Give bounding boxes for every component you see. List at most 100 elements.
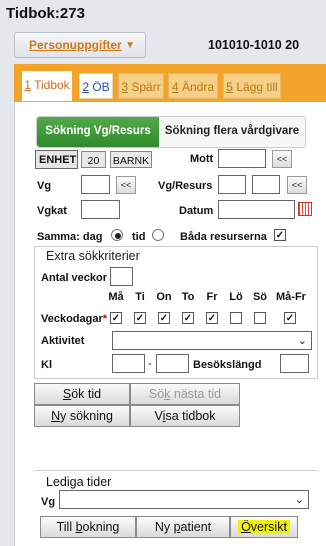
tab-label: Spärr (131, 80, 161, 94)
tab-number: 4 (171, 80, 179, 94)
vgresurs-label: Vg/Resurs (158, 180, 213, 192)
button-label: atient (180, 520, 212, 534)
button-label: Till (56, 520, 76, 534)
weekday-header: Må (108, 291, 124, 303)
bada-resurserna-label: Båda resurserna (180, 231, 267, 243)
weekday-checkbox[interactable]: ✓ (158, 312, 170, 324)
weekday-checkbox[interactable]: ✓ (206, 312, 218, 324)
tab-label: Lägg till (236, 80, 278, 94)
button-label: V (154, 409, 163, 423)
weekday-header: On (156, 291, 172, 303)
weekday-checkbox[interactable]: ✓ (182, 312, 194, 324)
tab-number: 2 (82, 80, 89, 94)
datum-input[interactable] (218, 200, 295, 219)
calendar-icon[interactable] (298, 202, 312, 216)
tab-number: 5 (226, 80, 233, 94)
vg-label: Vg (37, 180, 52, 192)
besokslangd-input[interactable] (280, 354, 309, 373)
search-mode-flera-vardgivare[interactable]: Sökning flera vårdgivare (159, 117, 305, 147)
weekday-checkbox[interactable]: ✓ (134, 312, 146, 324)
samma-dag-label: Samma: dag (37, 231, 103, 243)
mott-input[interactable] (218, 149, 266, 168)
enhet-name-field: BARNK (110, 151, 152, 168)
vg-lookup-button[interactable]: << (116, 176, 136, 194)
datum-label: Datum (179, 205, 214, 217)
veckodagar-label: Veckodagar* (41, 313, 107, 325)
weekday-checkbox[interactable]: ✓ (284, 312, 296, 324)
vg-input[interactable] (81, 175, 110, 194)
person-menu-label: Personuppgifter (29, 38, 122, 52)
antal-veckor-label: Antal veckor (41, 272, 108, 284)
person-menu-button[interactable]: Personuppgifter ▼ (14, 32, 146, 58)
vgkat-input[interactable] (81, 200, 120, 219)
button-mnemonic: b (75, 520, 83, 534)
tab-number: 3 (121, 80, 128, 94)
button-label: sa tidbok (165, 409, 216, 423)
tab-andra[interactable]: 4 Ändra (168, 73, 218, 99)
button-label: nästa tid (170, 387, 222, 401)
vgresurs-input-1[interactable] (218, 175, 246, 194)
weekday-checkbox[interactable] (254, 312, 266, 324)
veckodagar-text: Veckodagar (41, 313, 103, 325)
enhet-label: ENHET (35, 150, 78, 169)
tab-label: ÖB (92, 80, 110, 94)
kl-label: Kl (41, 359, 52, 371)
button-label: y sökning (60, 409, 113, 423)
button-mnemonic: S (62, 387, 72, 401)
button-label: Ny (154, 520, 174, 534)
ny-patient-button[interactable]: Ny patient (136, 516, 230, 538)
visa-tidbok-button[interactable]: Visa tidbok (130, 405, 240, 427)
button-label: versikt (250, 520, 287, 534)
kl-to-input[interactable] (156, 354, 189, 373)
tab-sparr[interactable]: 3 Spärr (118, 73, 164, 99)
kl-from-input[interactable] (112, 354, 145, 373)
weekday-header: Sö (252, 291, 268, 303)
button-mnemonic: Ö (241, 520, 251, 534)
weekday-header: Fr (206, 291, 218, 303)
mott-lookup-button[interactable]: << (272, 150, 292, 168)
vgresurs-input-2[interactable] (252, 175, 280, 194)
till-bokning-button[interactable]: Till bokning (40, 516, 136, 538)
sok-nasta-tid-button[interactable]: Sök nästa tid (130, 383, 240, 405)
besokslangd-label: Besökslängd (193, 359, 262, 371)
weekday-header: Lö (229, 291, 243, 303)
sok-tid-button[interactable]: Sök tid (34, 383, 130, 405)
required-marker: * (102, 313, 108, 325)
weekday-checkbox[interactable] (230, 312, 242, 324)
vgkat-label: Vgkat (37, 205, 67, 217)
search-mode-vg-resurs[interactable]: Sökning Vg/Resurs (37, 117, 159, 147)
chevron-down-icon: ▼ (125, 40, 135, 51)
patient-id: 101010-1010 20 (208, 38, 300, 52)
tab-ob[interactable]: 2 ÖB (79, 73, 113, 99)
mott-label: Mott (190, 153, 214, 165)
button-mnemonic: p (173, 520, 181, 534)
lediga-vg-select[interactable]: ⌄ (59, 490, 309, 509)
enhet-code-field: 20 (81, 151, 106, 168)
tid-radio[interactable] (152, 229, 164, 241)
vgresurs-lookup-button[interactable]: << (287, 176, 307, 194)
weekday-header: To (181, 291, 195, 303)
lediga-tider-title: Lediga tider (46, 475, 112, 489)
lediga-vg-label: Vg (41, 496, 56, 508)
window-title: Tidbok:273 (6, 5, 85, 22)
weekday-checkbox[interactable]: ✓ (110, 312, 122, 324)
chevron-down-icon: ⌄ (294, 494, 304, 506)
tab-lagg-till[interactable]: 5 Lägg till (223, 73, 281, 99)
bada-resurserna-checkbox[interactable]: ✓ (274, 229, 286, 241)
antal-veckor-input[interactable] (110, 267, 133, 286)
kl-separator: - (148, 358, 152, 370)
tab-label: Tidbok (34, 78, 70, 92)
button-mnemonic: N (51, 409, 61, 423)
oversikt-button[interactable]: Översikt (230, 516, 298, 538)
oversikt-highlight: Översikt (238, 520, 290, 534)
button-label: okning (82, 520, 120, 534)
weekday-header: Ti (135, 291, 145, 303)
tab-label: Ändra (182, 80, 215, 94)
samma-dag-radio[interactable] (111, 229, 123, 241)
ny-sokning-button[interactable]: Ny sökning (34, 405, 130, 427)
button-label: Sö (148, 387, 165, 401)
chevron-down-icon: ⌄ (297, 335, 307, 347)
tab-tidbok[interactable]: 1 Tidbok (22, 71, 72, 101)
aktivitet-select[interactable]: ⌄ (112, 331, 312, 350)
weekday-header: Må-Fr (276, 291, 306, 303)
